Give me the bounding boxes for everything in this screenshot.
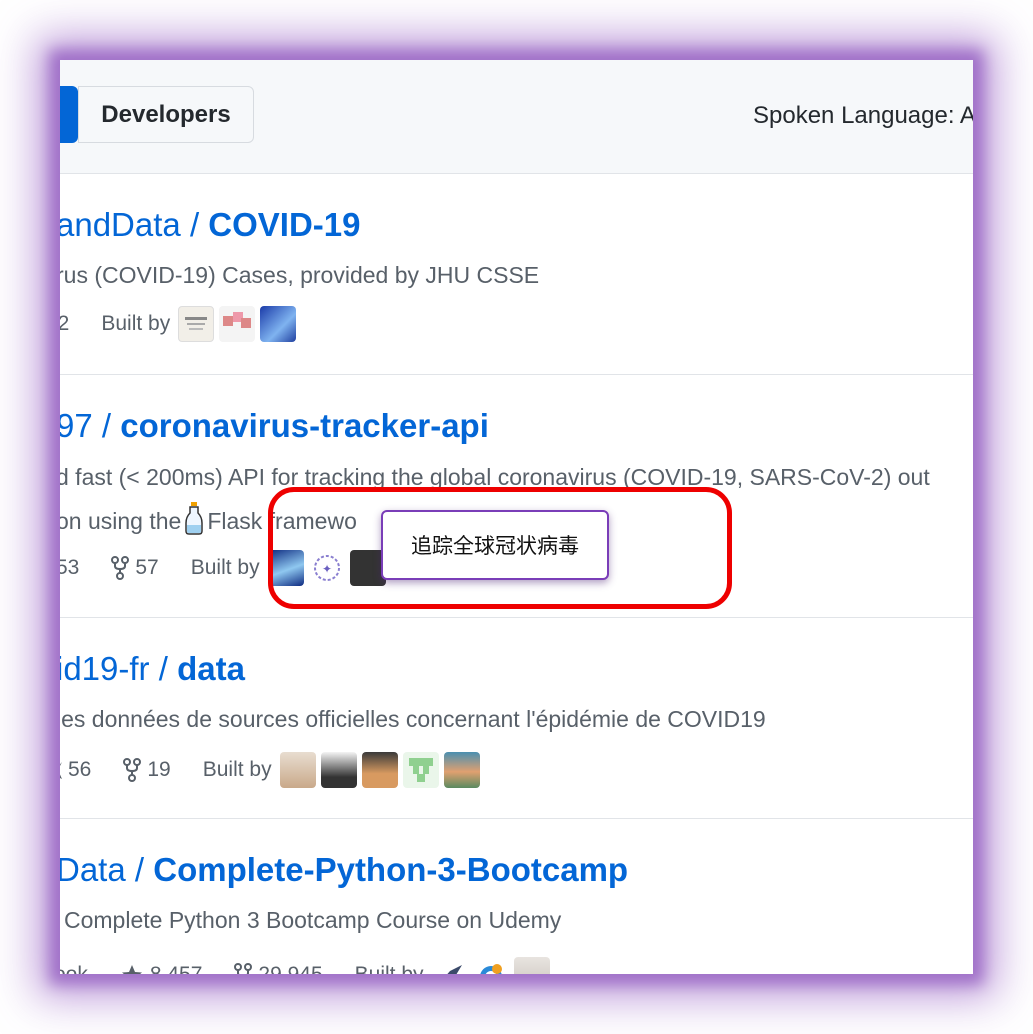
repo-title-link[interactable]: id19-fr / data [60,650,245,688]
avatar[interactable] [219,306,256,342]
stars-count: 82 [60,312,70,335]
repo-name: coronavirus-tracker-api [120,407,489,444]
language-name: ook [60,963,88,974]
repo-description: rus (COVID-19) Cases, provided by JHU CS… [60,262,540,288]
fork-icon [123,758,142,782]
avatar[interactable] [431,957,468,974]
repo-separator: / [134,851,154,888]
repo-meta: ook 8,457 29,945 Built by [60,957,555,974]
stars-link[interactable]: 82 [60,312,69,336]
avatar[interactable] [178,306,215,342]
contributors [431,957,555,974]
repo-owner: andData [60,206,181,243]
contributors [178,306,301,342]
translation-tooltip: 追踪全球冠状病毒 [381,510,609,580]
stars-link[interactable]: 56 [60,758,91,782]
avatar[interactable] [472,957,509,974]
stars-link[interactable]: 8,457 [120,963,203,974]
repo-item: id19-fr / data les données de sources of… [60,618,973,819]
contributors [279,752,485,788]
repo-name: COVID-19 [208,206,361,243]
language: ook [60,963,88,974]
avatar[interactable] [260,306,297,342]
built-by-label: Built by [190,556,260,579]
repo-description: les données de sources officielles conce… [60,706,766,732]
forks-link[interactable]: 19 [123,758,171,782]
star-icon [60,762,62,779]
repo-meta: 56 19 Built by [60,752,485,788]
repo-owner: Data [60,851,126,888]
built-by-label: Built by [101,312,171,335]
repo-item: Data / Complete-Python-3-Bootcamp Comple… [60,819,973,974]
repo-description: Complete Python 3 Bootcamp Course on Ude… [64,907,562,933]
star-icon [121,965,142,974]
repo-meta: 82 Built by [60,306,301,342]
avatar[interactable] [402,752,439,788]
built-by-label: Built by [202,758,272,781]
avatar[interactable] [320,752,357,788]
avatar[interactable] [279,752,316,788]
repo-item: andData / COVID-19 rus (COVID-19) Cases,… [60,174,973,375]
fork-icon [234,963,253,974]
stars-count: 56 [68,758,92,781]
forks-count: 19 [147,758,171,781]
forks-link[interactable]: 29,945 [234,963,323,974]
avatar[interactable] [361,752,398,788]
flask-icon [185,501,204,541]
repo-separator: / [158,650,178,687]
repo-description-part: on using the [60,507,182,534]
stars-count: 53 [60,556,80,579]
stars-link[interactable]: 53 [60,556,79,580]
tab-repositories[interactable] [60,86,78,143]
avatar[interactable] [443,752,480,788]
repo-owner: 97 [60,407,93,444]
repo-title-link[interactable]: 97 / coronavirus-tracker-api [60,407,489,445]
repo-name: data [177,650,245,687]
spoken-language-filter[interactable]: Spoken Language: A [753,102,973,130]
repo-name: Complete-Python-3-Bootcamp [153,851,629,888]
avatar[interactable] [513,957,550,974]
trending-header: Developers Spoken Language: A [60,60,973,174]
tab-developers[interactable]: Developers [78,86,254,143]
repo-separator: / [189,206,209,243]
fork-icon [111,556,130,580]
repo-owner: id19-fr [60,650,150,687]
repo-separator: / [101,407,121,444]
repo-title-link[interactable]: andData / COVID-19 [60,206,361,244]
stars-count: 8,457 [150,963,203,974]
forks-link[interactable]: 57 [111,556,159,580]
forks-count: 29,945 [258,963,322,974]
built-by-label: Built by [355,963,424,974]
repo-title-link[interactable]: Data / Complete-Python-3-Bootcamp [60,851,628,889]
forks-count: 57 [135,556,159,579]
